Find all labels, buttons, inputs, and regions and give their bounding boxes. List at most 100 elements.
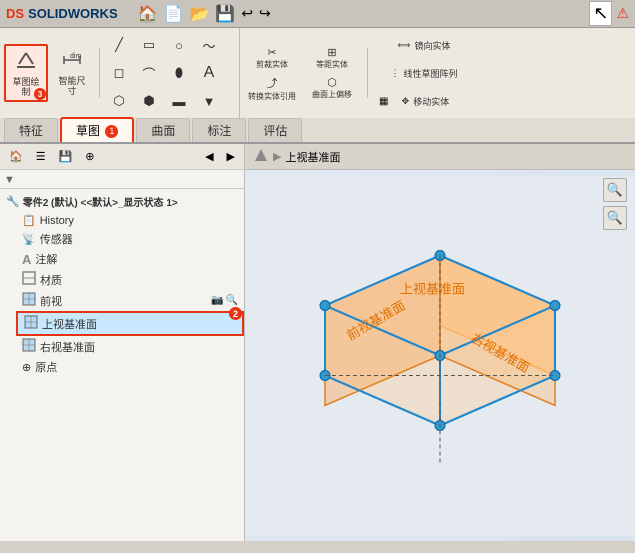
panel-expand-right[interactable]: ▶ xyxy=(222,147,240,166)
topview-icon xyxy=(24,315,38,332)
view-mini-icon2: 🔍 xyxy=(226,295,238,306)
tab-features[interactable]: 特征 xyxy=(4,118,58,142)
tree-item-rightview[interactable]: 右视基准面 xyxy=(16,336,244,357)
redo-icon[interactable]: ↪ xyxy=(259,5,271,22)
save-icon[interactable]: 💾 xyxy=(215,4,235,24)
origin-icon: ⊕ xyxy=(22,361,31,374)
left-panel: 🏠 ☰ 💾 ⊕ ◀ ▶ ▼ 🔧 零件2 (默认) <<默认>_显示状态 1> 📋… xyxy=(0,144,245,541)
panel-expand-left[interactable]: ◀ xyxy=(200,147,218,166)
smart-dim-button[interactable]: dim 智能尺寸 xyxy=(50,45,94,101)
tree-item-sensor[interactable]: 📡 传感器 xyxy=(16,229,244,249)
trim-solid-button[interactable]: ✂ 剪裁实体 xyxy=(244,45,300,71)
panel-target-btn[interactable]: ⊕ xyxy=(80,147,99,166)
history-label: History xyxy=(40,215,74,227)
tab-surface[interactable]: 曲面 xyxy=(136,118,190,142)
3d-viewport[interactable]: 前视基准面 上视基准面 右视基准面 🔍 🔍 xyxy=(245,170,635,541)
sketch-draw-icon xyxy=(14,48,38,78)
move-solid-button[interactable]: ✥ 移动实体 xyxy=(390,88,460,114)
tab-markup[interactable]: 标注 xyxy=(192,118,246,142)
more-btn[interactable]: ▼ xyxy=(195,88,223,114)
tree-item-frontview[interactable]: 前视 📷 🔍 xyxy=(16,290,244,311)
circle-tool[interactable]: ○ xyxy=(165,32,193,58)
undo-icon[interactable]: ↩ xyxy=(241,5,253,22)
svg-text:上视基准面: 上视基准面 xyxy=(400,282,465,297)
polygon-tool[interactable]: ⬡ xyxy=(105,88,133,114)
sketch-tab-badge: 1 xyxy=(105,125,118,138)
warning-icon: ⚠ xyxy=(616,5,629,22)
logo-bar: DS SOLIDWORKS 🏠 📄 📂 💾 ↩ ↪ ↖ ⚠ xyxy=(0,0,635,28)
tree-item-material[interactable]: 材质 xyxy=(16,269,244,290)
open-icon[interactable]: 📂 xyxy=(189,4,209,24)
origin-label: 原点 xyxy=(35,359,57,375)
smart-dim-icon: dim xyxy=(61,49,83,77)
svg-text:dim: dim xyxy=(70,53,81,60)
view-title: 上视基准面 xyxy=(285,149,340,165)
tree-item-annotation[interactable]: A 注解 xyxy=(16,249,244,269)
view-mini-icon1: 📷 xyxy=(211,295,223,306)
tree-item-topview[interactable]: 上视基准面 xyxy=(16,311,244,336)
frontview-label: 前视 xyxy=(40,293,62,309)
rect-tool[interactable]: ▭ xyxy=(135,32,163,58)
panel-toolbar: 🏠 ☰ 💾 ⊕ ◀ ▶ xyxy=(0,144,244,170)
text-tool[interactable]: A xyxy=(195,60,223,86)
tab-sketch[interactable]: 草图 1 xyxy=(60,117,134,142)
slot-tool[interactable]: ▬ xyxy=(165,88,193,114)
tree-root: 🔧 零件2 (默认) <<默认>_显示状态 1> xyxy=(0,191,244,212)
zoom-in-btn[interactable]: 🔍 xyxy=(603,206,627,230)
rect2-tool[interactable]: ◻ xyxy=(105,60,133,86)
surface-button[interactable]: ⬡ 曲面上偏移 xyxy=(308,75,356,101)
offset-button[interactable]: ⊞ 等距实体 xyxy=(308,45,356,71)
filter-icon: ▼ xyxy=(4,174,15,186)
view-tools: 🔍 🔍 xyxy=(603,178,627,230)
material-label: 材质 xyxy=(40,272,62,288)
sketch-draw-badge: 3 xyxy=(34,88,46,100)
expand-icon: ▦ xyxy=(379,96,388,107)
line-tool[interactable]: ╱ xyxy=(105,32,133,58)
separator-2 xyxy=(367,48,368,98)
topview-badge: 2 xyxy=(229,307,242,320)
filter-bar: ▼ xyxy=(0,170,244,189)
panel-home-btn[interactable]: 🏠 xyxy=(4,147,28,166)
tab-evaluate[interactable]: 评估 xyxy=(248,118,302,142)
app-logo: DS SOLIDWORKS xyxy=(6,6,118,21)
ribbon-left-section: 草图绘制 3 dim 智能尺寸 ╱ ▭ ○ 〜 xyxy=(0,28,240,118)
panel-list-btn[interactable]: ☰ xyxy=(31,147,51,166)
view-breadcrumb-icon xyxy=(253,147,269,166)
tree-item-origin[interactable]: ⊕ 原点 xyxy=(16,357,244,377)
mirror-solid-button[interactable]: ⟺ 镜向实体 xyxy=(379,32,469,58)
view-header: ▶ 上视基准面 xyxy=(245,144,635,170)
ribbon-toolbar: 草图绘制 3 dim 智能尺寸 ╱ ▭ ○ 〜 xyxy=(0,28,635,118)
tree-root-label: 零件2 (默认) <<默认>_显示状态 1> xyxy=(23,194,178,209)
ellipse-tool[interactable]: ⬮ xyxy=(165,60,193,86)
separator-1 xyxy=(99,48,100,98)
line-array-button[interactable]: ⋮ 线性草图阵列 xyxy=(379,60,469,86)
rightview-icon xyxy=(22,338,36,355)
logo-solidworks: SOLIDWORKS xyxy=(28,6,118,21)
main-content: 🏠 ☰ 💾 ⊕ ◀ ▶ ▼ 🔧 零件2 (默认) <<默认>_显示状态 1> 📋… xyxy=(0,144,635,541)
new-doc-icon[interactable]: 📄 xyxy=(164,4,184,24)
sensor-label: 传感器 xyxy=(40,231,73,247)
tree-area: 🔧 零件2 (默认) <<默认>_显示状态 1> 📋 History 📡 传感器… xyxy=(0,189,244,541)
zoom-fit-btn[interactable]: 🔍 xyxy=(603,178,627,202)
convert-solid-button[interactable]: ⤴ 转换实体引用 xyxy=(244,75,300,101)
frontview-icon xyxy=(22,292,36,309)
breadcrumb-arrow: ▶ xyxy=(273,150,281,163)
ribbon-right-section: ✂ 剪裁实体 ⤴ 转换实体引用 ⊞ 等距实体 ⬡ 曲面上偏移 ⟺ 镜向实体 xyxy=(240,28,635,118)
cursor-icon[interactable]: ↖ xyxy=(589,1,612,26)
wave-tool[interactable]: 〜 xyxy=(195,32,223,58)
tree-item-history[interactable]: 📋 History xyxy=(16,212,244,229)
annotation-label: 注解 xyxy=(35,251,57,267)
right-tools-col3: ⟺ 镜向实体 ⋮ 线性草图阵列 ▦ ✥ 移动实体 xyxy=(379,32,469,114)
panel-save-btn[interactable]: 💾 xyxy=(54,147,78,166)
material-icon xyxy=(22,271,36,288)
tree-root-icon: 🔧 xyxy=(6,195,20,208)
small-tools-group: ╱ ▭ ○ 〜 ◻ ⌒ ⬮ A ⬡ ⬢ ▬ ▼ xyxy=(105,32,223,114)
sensor-icon: 📡 xyxy=(22,233,36,246)
home-icon[interactable]: 🏠 xyxy=(138,4,158,24)
right-tools-col1: ✂ 剪裁实体 ⤴ 转换实体引用 xyxy=(244,45,300,101)
tabs-row: 特征 草图 1 曲面 标注 评估 xyxy=(0,118,635,144)
topview-label: 上视基准面 xyxy=(42,316,97,332)
hexagon-tool[interactable]: ⬢ xyxy=(135,88,163,114)
arc-tool[interactable]: ⌒ xyxy=(135,60,163,86)
rightview-label: 右视基准面 xyxy=(40,339,95,355)
